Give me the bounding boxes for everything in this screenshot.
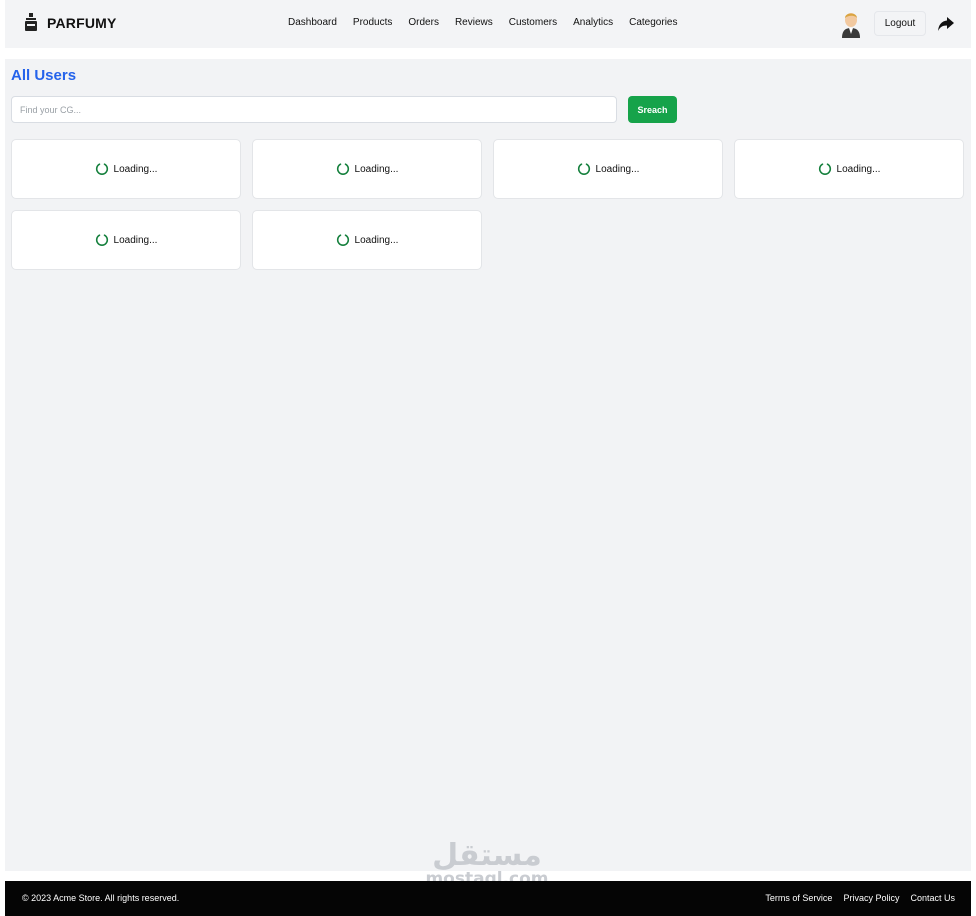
loading-label: Loading... xyxy=(595,163,640,175)
search-input[interactable] xyxy=(11,96,617,123)
user-card[interactable]: Loading... xyxy=(11,210,241,270)
users-grid: Loading... Loading... Loading... Loading… xyxy=(11,139,964,270)
nav-analytics[interactable]: Analytics xyxy=(573,17,613,28)
nav-customers[interactable]: Customers xyxy=(509,17,557,28)
user-card[interactable]: Loading... xyxy=(252,139,482,199)
loading-spinner-icon xyxy=(336,234,349,246)
loading-spinner-icon xyxy=(577,163,590,175)
footer-links: Terms of Service Privacy Policy Contact … xyxy=(765,893,955,903)
user-avatar-icon[interactable] xyxy=(840,10,862,38)
user-card[interactable]: Loading... xyxy=(734,139,964,199)
perfume-bottle-icon xyxy=(25,13,37,31)
nav-products[interactable]: Products xyxy=(353,17,392,28)
loading-spinner-icon xyxy=(336,163,349,175)
user-card[interactable]: Loading... xyxy=(252,210,482,270)
loading-label: Loading... xyxy=(113,163,158,175)
footer-link-privacy[interactable]: Privacy Policy xyxy=(843,893,899,903)
nav-orders[interactable]: Orders xyxy=(408,17,439,28)
loading-spinner-icon xyxy=(95,163,108,175)
loading-label: Loading... xyxy=(354,234,399,246)
loading-spinner-icon xyxy=(818,163,831,175)
search-button[interactable]: Sreach xyxy=(628,96,677,123)
footer-link-terms[interactable]: Terms of Service xyxy=(765,893,832,903)
user-card[interactable]: Loading... xyxy=(493,139,723,199)
loading-label: Loading... xyxy=(836,163,881,175)
loading-spinner-icon xyxy=(95,234,108,246)
main-content: All Users Sreach Loading... Loading... L… xyxy=(5,59,971,871)
user-card[interactable]: Loading... xyxy=(11,139,241,199)
logout-button[interactable]: Logout xyxy=(874,11,926,36)
main-nav: Dashboard Products Orders Reviews Custom… xyxy=(288,17,677,28)
nav-categories[interactable]: Categories xyxy=(629,17,677,28)
share-icon[interactable] xyxy=(937,16,955,32)
page-title: All Users xyxy=(11,67,77,84)
brand[interactable]: PARFUMY xyxy=(23,13,117,33)
brand-name: PARFUMY xyxy=(47,15,117,31)
nav-dashboard[interactable]: Dashboard xyxy=(288,17,337,28)
nav-reviews[interactable]: Reviews xyxy=(455,17,493,28)
copyright-text: © 2023 Acme Store. All rights reserved. xyxy=(22,893,180,903)
loading-label: Loading... xyxy=(354,163,399,175)
footer-link-contact[interactable]: Contact Us xyxy=(910,893,955,903)
top-navbar: PARFUMY Dashboard Products Orders Review… xyxy=(5,0,971,48)
footer: © 2023 Acme Store. All rights reserved. … xyxy=(5,881,971,916)
loading-label: Loading... xyxy=(113,234,158,246)
